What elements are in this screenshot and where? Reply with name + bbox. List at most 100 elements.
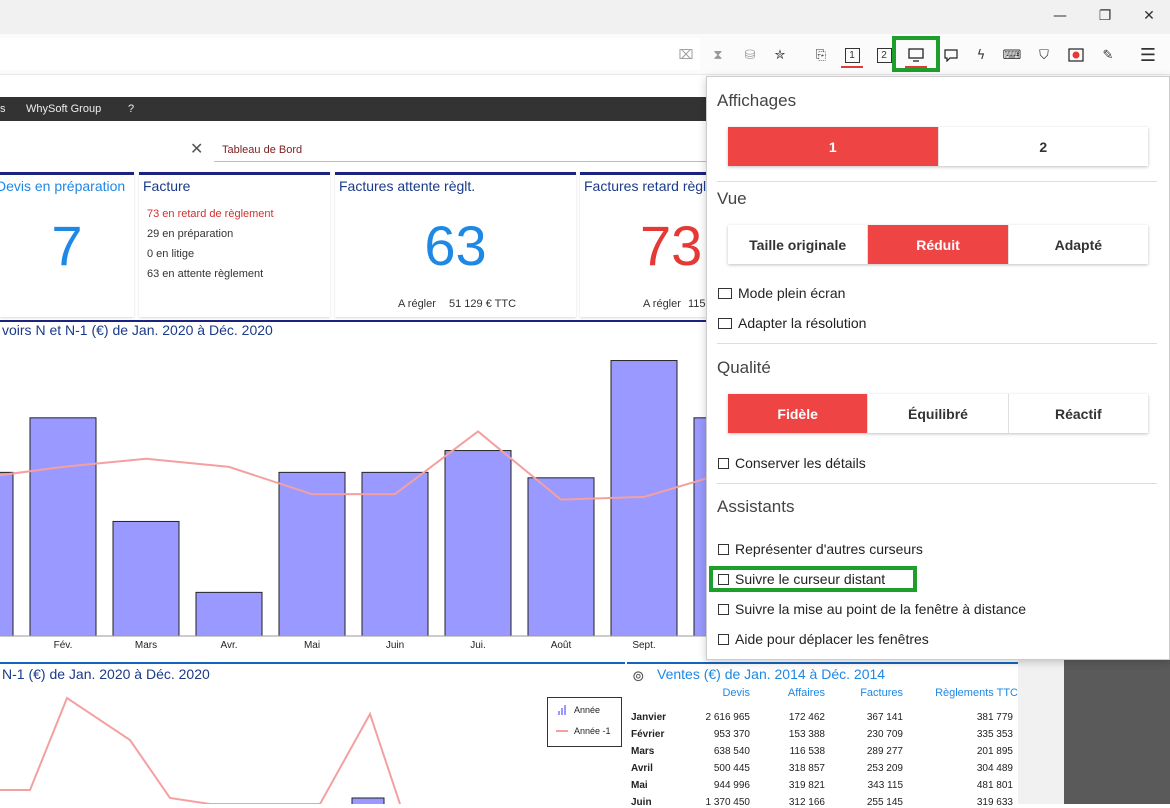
restore-button[interactable]: ❐ (1091, 4, 1119, 28)
sales-cell: 153 388 (788, 729, 825, 740)
minimize-button[interactable]: — (1046, 4, 1074, 28)
sales-cell: 953 370 (713, 729, 750, 740)
qualite-selector: Fidèle Équilibré Réactif (728, 394, 1148, 433)
bar-chart: Fév. Mars Avr. Mai Juin Jui. Août Sept. (0, 360, 706, 651)
bar-1 (29, 417, 97, 637)
menu-item-s[interactable]: s (0, 97, 6, 121)
affichages-title: Affichages (717, 91, 797, 110)
sales-title: Ventes (€) de Jan. 2014 à Déc. 2014 (657, 666, 886, 682)
bar-9 (693, 417, 706, 637)
sales-header: Règlements TTC (935, 687, 1018, 699)
clear-search-icon[interactable]: ✕ (190, 139, 203, 158)
card-devis[interactable]: Devis en préparation 7 (0, 172, 134, 317)
card-foot-value: 51 129 € TTC (449, 298, 517, 310)
star-icon[interactable]: ✮ (769, 44, 791, 66)
card-value: 73 (640, 214, 703, 277)
sales-cell: 201 895 (976, 746, 1013, 757)
menu-item-help[interactable]: ? (128, 97, 134, 121)
other-cursors-option[interactable]: Représenter d'autres curseurs (718, 541, 923, 557)
sales-cell: 381 779 (976, 712, 1013, 723)
x-tick-label: Jui. (470, 640, 486, 651)
card-retard[interactable]: Factures retard règle 73 A régler 115 (580, 172, 706, 317)
shield-icon[interactable]: ⛉ (1033, 44, 1055, 66)
sales-month: Février (631, 729, 665, 740)
title-bar (0, 0, 1170, 34)
sales-cell: 253 209 (866, 763, 903, 774)
sales-cell: 255 145 (866, 797, 903, 808)
sales-cell: 944 996 (713, 780, 750, 791)
screen-1-icon[interactable]: 1 (841, 44, 863, 68)
vue-option-reduit[interactable]: Réduit (868, 225, 1009, 264)
close-button[interactable]: ✕ (1135, 4, 1163, 28)
keyboard-icon[interactable]: ⌨ (1001, 44, 1023, 66)
x-tick-label: Mai (304, 640, 320, 651)
chart-divider (0, 662, 625, 664)
fullscreen-option[interactable]: Mode plein écran (718, 285, 845, 301)
move-windows-checkbox[interactable] (718, 633, 729, 645)
sales-cell: 172 462 (788, 712, 825, 723)
move-windows-label: Aide pour déplacer les fenêtres (735, 631, 929, 647)
vue-title: Vue (717, 189, 747, 208)
card-line: 73 en retard de règlement (147, 208, 274, 220)
hourglass-icon[interactable]: ⧗ (707, 44, 729, 66)
screen-option-2[interactable]: 2 (939, 127, 1149, 166)
card-title: Devis en préparation (0, 178, 126, 194)
follow-focus-option[interactable]: Suivre la mise au point de la fenêtre à … (718, 601, 1026, 617)
move-windows-option[interactable]: Aide pour déplacer les fenêtres (718, 631, 929, 647)
keep-details-option[interactable]: Conserver les détails (718, 455, 866, 471)
card-facture[interactable]: Facture 73 en retard de règlement 29 en … (139, 172, 330, 317)
side-panel-bg (1018, 660, 1064, 804)
card-attente[interactable]: Factures attente règlt. 63 A régler 51 1… (335, 172, 576, 317)
sales-cell: 304 489 (976, 763, 1013, 774)
sales-month: Mai (631, 780, 648, 791)
database-icon[interactable]: ⛁ (739, 44, 761, 66)
keep-details-checkbox[interactable] (718, 457, 729, 469)
screen-option-1[interactable]: 1 (728, 127, 939, 166)
adapt-resolution-option[interactable]: Adapter la résolution (718, 315, 866, 331)
sales-cell: 638 540 (713, 746, 750, 757)
qualite-option-equilibre[interactable]: Équilibré (868, 394, 1009, 433)
follow-focus-checkbox[interactable] (718, 603, 729, 615)
series-line (0, 696, 401, 804)
address-area (0, 38, 700, 70)
x-tick-label: Avr. (220, 640, 237, 651)
hamburger-menu-icon[interactable]: ☰ (1137, 44, 1159, 66)
card-line: 29 en préparation (147, 228, 234, 240)
lightning-icon[interactable]: ϟ (970, 44, 992, 66)
other-cursors-label: Représenter d'autres curseurs (735, 541, 923, 557)
video-off-icon[interactable]: ⌧ (675, 44, 697, 66)
card-line: 0 en litige (147, 248, 195, 260)
sales-cell: 116 538 (789, 746, 825, 757)
divider (717, 181, 1157, 182)
sales-cell: 230 709 (866, 729, 903, 740)
display-highlight (892, 36, 940, 72)
collapse-toggle-icon[interactable]: ⊚ (632, 667, 645, 685)
card-foot-value: 115 (688, 298, 706, 310)
bar-5 (361, 471, 429, 637)
sales-divider (627, 662, 1019, 664)
vue-option-adapte[interactable]: Adapté (1009, 225, 1148, 264)
card-foot-label: A régler (643, 298, 681, 310)
sales-month: Mars (631, 746, 655, 757)
bar-0 (0, 471, 14, 637)
chat-icon[interactable] (940, 44, 962, 66)
qualite-title: Qualité (717, 358, 771, 377)
bar (351, 797, 385, 804)
vue-option-original[interactable]: Taille originale (728, 225, 869, 264)
bar-legend-icon (558, 705, 566, 715)
pen-icon[interactable]: ✎ (1097, 44, 1119, 66)
menu-item-whysoft[interactable]: WhySoft Group (26, 97, 101, 121)
qualite-option-fidele[interactable]: Fidèle (728, 394, 869, 433)
record-icon[interactable] (1065, 44, 1087, 66)
divider (717, 483, 1157, 484)
bar-2 (112, 520, 180, 637)
sales-cell: 335 353 (976, 729, 1013, 740)
card-title: Factures retard règle (584, 178, 706, 194)
dashboard-search-input[interactable]: Tableau de Bord (214, 138, 714, 162)
x-tick-label: Fév. (54, 640, 73, 651)
vue-selector: Taille originale Réduit Adapté (728, 225, 1148, 264)
file-transfer-icon[interactable]: ⎘ (810, 44, 832, 66)
qualite-option-reactif[interactable]: Réactif (1009, 394, 1148, 433)
other-cursors-checkbox[interactable] (718, 543, 729, 555)
card-line: 63 en attente règlement (147, 268, 264, 280)
